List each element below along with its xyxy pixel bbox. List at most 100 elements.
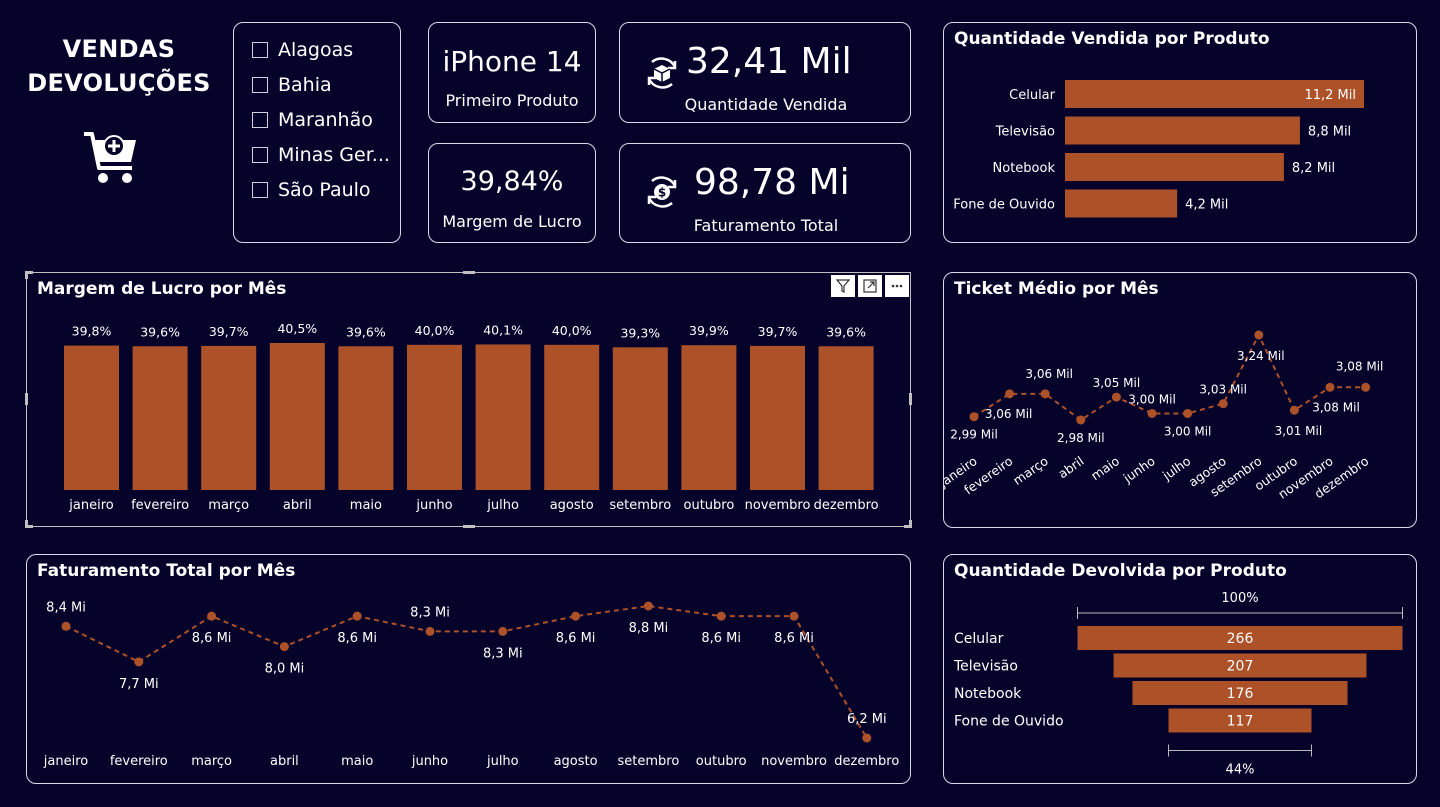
- x-tick-label: outubro: [684, 498, 735, 513]
- x-tick-label: junho: [411, 754, 448, 769]
- resize-handle[interactable]: [463, 271, 475, 274]
- series-line: [65, 604, 868, 739]
- category-label: Fone de Ouvido: [954, 714, 1064, 730]
- data-label: 8,6 Mi: [701, 631, 741, 646]
- resize-handle[interactable]: [463, 525, 475, 528]
- data-point: [279, 642, 289, 652]
- data-label: 4,2 Mil: [1185, 198, 1228, 213]
- data-point: [425, 626, 435, 636]
- checkbox[interactable]: [252, 147, 268, 163]
- data-point: [1254, 330, 1264, 340]
- data-label: 8,8 Mi: [629, 621, 669, 636]
- data-label: 8,6 Mi: [556, 631, 596, 646]
- data-label: 39,8%: [72, 324, 112, 339]
- x-tick-label: novembro: [745, 498, 811, 513]
- checkbox[interactable]: [252, 112, 268, 128]
- data-label: 40,0%: [415, 323, 455, 338]
- category-label: Notebook: [954, 686, 1022, 702]
- data-label: 7,7 Mi: [119, 677, 159, 692]
- data-label: 176: [1227, 686, 1254, 702]
- checkbox[interactable]: [252, 42, 268, 58]
- resize-handle[interactable]: [25, 271, 28, 279]
- kpi-value: iPhone 14: [442, 45, 582, 78]
- focus-mode-icon[interactable]: [858, 275, 882, 297]
- chart-faturamento-mes: 8,4 Mi janeiro 7,7 Mi fevereiro 8,6 Mi março 8…: [43, 600, 900, 769]
- cart-plus-icon: [82, 128, 140, 190]
- data-point: [1361, 382, 1371, 392]
- x-tick-label: abril: [1055, 453, 1086, 481]
- category-label: Televisão: [995, 125, 1055, 140]
- x-tick-label: julho: [486, 754, 519, 769]
- bar: [475, 344, 531, 490]
- data-label: 11,2 Mil: [1304, 88, 1356, 103]
- funnel-top-label: 100%: [1221, 591, 1258, 606]
- data-label: 3,08 Mil: [1336, 359, 1384, 373]
- x-tick-label: maio: [350, 498, 382, 513]
- data-label: 3,05 Mil: [1093, 376, 1141, 390]
- x-tick-label: maio: [1088, 453, 1122, 483]
- category-label: Celular: [1009, 88, 1056, 103]
- data-label: 266: [1227, 631, 1254, 647]
- data-label: 8,6 Mi: [192, 631, 232, 646]
- category-label: Fone de Ouvido: [953, 198, 1055, 213]
- x-tick-label: agosto: [554, 754, 598, 769]
- x-tick-label: abril: [270, 754, 299, 769]
- data-point: [571, 611, 581, 621]
- data-label: 3,06 Mil: [985, 407, 1033, 421]
- title-line-devolucoes: DEVOLUÇÕES: [27, 69, 211, 97]
- bar: [1065, 189, 1178, 218]
- data-label: 40,0%: [552, 323, 592, 338]
- filter-icon[interactable]: [831, 275, 855, 297]
- data-point: [1289, 405, 1299, 415]
- data-label: 40,1%: [483, 322, 523, 337]
- x-tick-label: maio: [341, 754, 373, 769]
- more-options-icon[interactable]: [885, 275, 909, 297]
- data-label: 8,2 Mil: [1292, 161, 1335, 176]
- state-slicer: Alagoas Bahia Maranhão Minas Ger... São …: [233, 22, 401, 243]
- kpi-label: Quantidade Vendida: [684, 95, 848, 114]
- slicer-item-bahia[interactable]: Bahia: [252, 74, 332, 96]
- box-refresh-icon: [644, 55, 680, 95]
- x-tick-label: setembro: [609, 498, 671, 513]
- data-label: 3,01 Mil: [1275, 424, 1323, 438]
- data-label: 8,0 Mi: [265, 662, 305, 677]
- dollar-refresh-icon: $: [644, 174, 680, 214]
- data-point: [134, 657, 144, 667]
- data-label: 3,00 Mil: [1164, 424, 1212, 438]
- slicer-item-minas-gerais[interactable]: Minas Ger...: [252, 144, 390, 166]
- bar: [612, 347, 668, 490]
- checkbox[interactable]: [252, 77, 268, 93]
- x-tick-label: agosto: [550, 498, 594, 513]
- bar: [407, 344, 462, 490]
- data-label: 3,06 Mil: [1025, 367, 1073, 381]
- data-label: 39,9%: [689, 323, 729, 338]
- slicer-item-maranhao[interactable]: Maranhão: [252, 109, 373, 131]
- bar: [681, 345, 737, 490]
- data-label: 8,4 Mi: [46, 600, 86, 615]
- data-point: [498, 626, 508, 636]
- data-label: 8,6 Mi: [774, 631, 814, 646]
- category-label: Notebook: [993, 161, 1056, 176]
- slicer-item-sao-paulo[interactable]: São Paulo: [252, 179, 371, 201]
- kpi-primeiro-produto: iPhone 14 Primeiro Produto: [428, 22, 596, 123]
- data-point: [643, 601, 653, 611]
- checkbox[interactable]: [252, 182, 268, 198]
- data-label: 39,6%: [826, 324, 866, 339]
- kpi-value: 32,41 Mil: [686, 41, 852, 82]
- x-tick-label: dezembro: [834, 754, 899, 769]
- x-tick-label: fevereiro: [131, 498, 189, 513]
- slicer-item-alagoas[interactable]: Alagoas: [252, 39, 353, 61]
- kpi-margem-lucro: 39,84% Margem de Lucro: [428, 143, 596, 243]
- data-point: [207, 611, 217, 621]
- chart-qtd-devolvida: 100% Celular 266 Televisão 207 Notebook 176 Fon…: [953, 591, 1403, 778]
- data-label: 8,8 Mil: [1308, 125, 1351, 140]
- bar: [544, 344, 600, 490]
- chart-qtd-vendida-card: Quantidade Vendida por Produto Celular 11…: [943, 22, 1417, 243]
- chart-qtd-devolvida-card: Quantidade Devolvida por Produto 100% Cel…: [943, 554, 1417, 784]
- data-label: 117: [1227, 714, 1254, 730]
- x-tick-label: março: [208, 498, 249, 513]
- bar: [269, 343, 325, 490]
- data-point: [716, 611, 726, 621]
- data-point: [1040, 389, 1050, 399]
- bar: [818, 346, 874, 490]
